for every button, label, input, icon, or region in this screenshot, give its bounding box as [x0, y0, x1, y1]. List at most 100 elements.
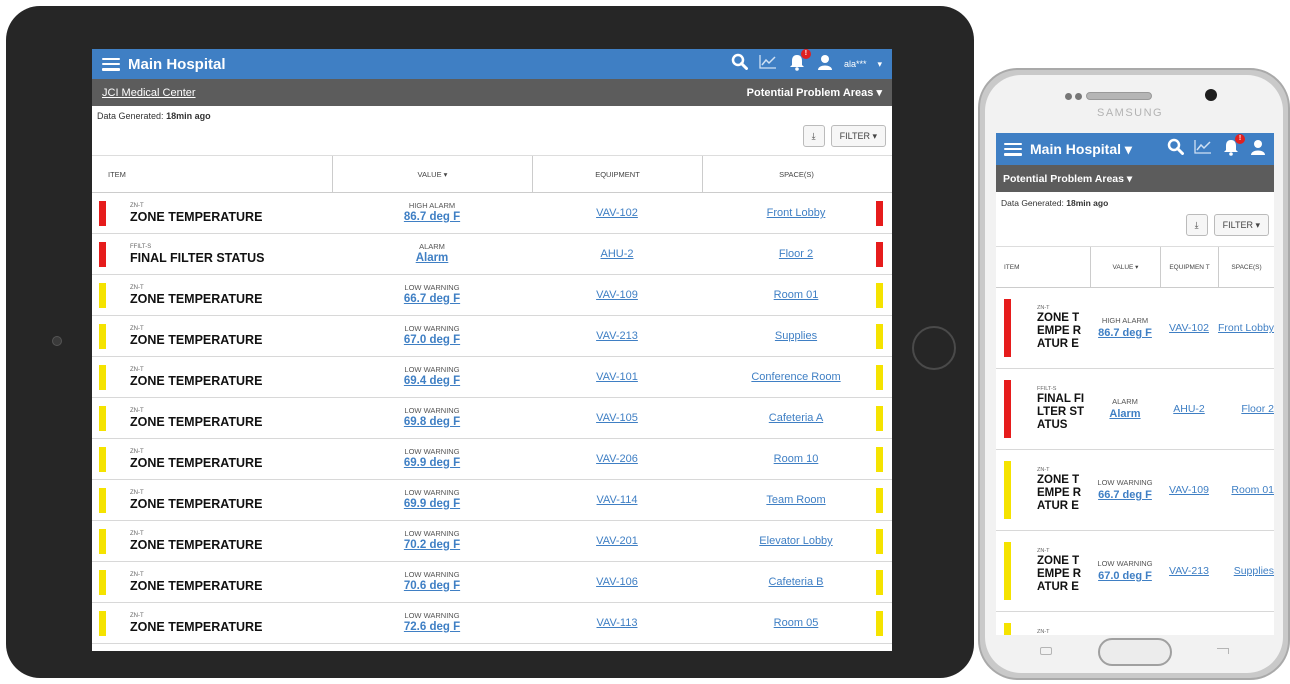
table-row[interactable]: ZN-T ZONE TEMPERATURE LOW WARNING 69.8 deg … — [92, 398, 892, 439]
point-value-link[interactable]: 69.9 deg F — [332, 497, 532, 512]
space-link[interactable]: Room 05 — [702, 617, 890, 629]
point-value-link[interactable]: 70.6 deg F — [332, 579, 532, 594]
table-row[interactable]: ZN-T ZONE TEMPE RATUR E LOW WARNING 67.0 de… — [996, 531, 1274, 612]
table-row[interactable]: ZN-T ZONE TEMPERATURE HIGH ALARM 86.7 deg F… — [92, 193, 892, 234]
column-header-spaces[interactable]: SPACE(S) — [1218, 247, 1274, 287]
column-header-value[interactable]: VALUE ▾ — [1090, 247, 1160, 287]
space-link[interactable]: Floor 2 — [1218, 403, 1274, 415]
point-value-link[interactable]: 66.7 deg F — [332, 292, 532, 307]
value-cell: ALARM Alarm — [1090, 397, 1160, 421]
table-row[interactable]: ZN-T ZONE TEMPE RATUR E HIGH ALARM 86.7 deg… — [996, 288, 1274, 369]
table-row[interactable]: ZN-T ZONE TEMPERATURE LOW WARNING 70.2 deg … — [92, 521, 892, 562]
hamburger-menu-icon[interactable] — [102, 57, 120, 71]
space-link[interactable]: Supplies — [702, 330, 890, 342]
table-row[interactable]: ZN-TZONE TEMPE RATURLOW WARNING69.4 deg … — [996, 612, 1274, 635]
app-title[interactable]: Main Hospital — [128, 56, 226, 73]
space-link[interactable]: Floor 2 — [702, 248, 890, 260]
user-menu-caret[interactable]: ▾ — [877, 59, 882, 70]
point-value-link[interactable]: 69.8 deg F — [332, 415, 532, 430]
point-value-link[interactable]: 69.4 deg F — [332, 374, 532, 389]
table-row[interactable]: ZN-T ZONE TEMPERATURE LOW WARNING 69.9 deg … — [92, 439, 892, 480]
trend-chart-icon[interactable] — [759, 54, 777, 74]
space-link[interactable]: Conference Room — [702, 371, 890, 383]
equipment-link[interactable]: VAV-106 — [532, 576, 702, 588]
filter-button[interactable]: FILTER ▾ — [1213, 214, 1269, 236]
equipment-link[interactable]: AHU-2 — [532, 248, 702, 260]
column-header-value[interactable]: VALUE ▾ — [332, 156, 532, 192]
user-icon[interactable] — [817, 54, 833, 75]
point-value-link[interactable]: 67.0 deg F — [1090, 569, 1160, 583]
table-row[interactable]: FFILT-S FINAL FILTER STATUS ALARM Alarm AHU-… — [996, 369, 1274, 450]
download-button[interactable]: ⤓ — [1185, 214, 1208, 236]
column-header-spaces[interactable]: SPACE(S) — [702, 156, 890, 192]
space-link[interactable]: Cafeteria B — [702, 576, 890, 588]
filter-button[interactable]: FILTER ▾ — [830, 125, 886, 147]
trend-chart-icon[interactable] — [1194, 139, 1212, 159]
equipment-link[interactable]: VAV-113 — [532, 617, 702, 629]
space-link[interactable]: Room 01 — [1218, 484, 1274, 496]
phone-app-title[interactable]: Main Hospital ▾ — [1030, 141, 1132, 158]
bell-icon[interactable]: ! — [788, 49, 811, 76]
table-row[interactable]: ZN-T ZONE TEMPERATURE LOW WARNING 66.7 deg … — [92, 275, 892, 316]
point-value-link[interactable]: 69.9 deg F — [332, 456, 532, 471]
space-link[interactable]: Cafeteria A — [702, 412, 890, 424]
equipment-link[interactable]: VAV-101 — [532, 371, 702, 383]
back-key-icon[interactable] — [1040, 647, 1052, 655]
point-code: ZN-T — [1037, 629, 1050, 635]
space-link[interactable]: Team Room — [702, 494, 890, 506]
phone-home-button[interactable] — [1098, 638, 1172, 666]
point-value-link[interactable]: Alarm — [1090, 407, 1160, 421]
search-icon[interactable] — [1167, 138, 1184, 160]
table-row[interactable]: FFILT-S FINAL FILTER STATUS ALARM Alarm AHU-… — [92, 234, 892, 275]
equipment-link[interactable]: VAV-213 — [1160, 565, 1218, 577]
notification-badge: ! — [1235, 133, 1245, 144]
equipment-link[interactable]: VAV-114 — [532, 494, 702, 506]
equipment-link[interactable]: VAV-213 — [532, 330, 702, 342]
column-header-equipment[interactable]: EQUIPMEN T — [1160, 247, 1218, 287]
table-row[interactable]: ZN-T ZONE TEMPE RATUR E LOW WARNING 66.7 de… — [996, 450, 1274, 531]
column-header-item[interactable]: ITEM — [996, 247, 1090, 287]
equipment-link[interactable]: VAV-102 — [532, 207, 702, 219]
equipment-link[interactable]: VAV-109 — [532, 289, 702, 301]
hamburger-menu-icon[interactable] — [1004, 142, 1022, 156]
tablet-home-button[interactable] — [912, 326, 956, 370]
alarm-status: LOW WARNING — [1097, 559, 1153, 568]
table-row[interactable]: ZN-T ZONE TEMPERATURE LOW WARNING 67.0 deg … — [92, 316, 892, 357]
space-link[interactable]: Elevator Lobby — [702, 535, 890, 547]
site-link[interactable]: JCI Medical Center — [102, 87, 196, 99]
equipment-link[interactable]: VAV-105 — [532, 412, 702, 424]
column-header-equipment[interactable]: EQUIPMENT — [532, 156, 702, 192]
space-link[interactable]: Room 01 — [702, 289, 890, 301]
space-link[interactable]: Front Lobby — [1218, 322, 1274, 334]
recent-apps-key-icon[interactable] — [1217, 648, 1229, 654]
view-selector-dropdown[interactable]: Potential Problem Areas ▾ — [747, 86, 882, 99]
point-value-link[interactable]: 72.6 deg F — [332, 620, 532, 635]
download-button[interactable]: ⤓ — [802, 125, 825, 147]
table-row[interactable]: ZN-T ZONE TEMPERATURE LOW WARNING 69.9 deg … — [92, 480, 892, 521]
user-icon[interactable] — [1250, 139, 1266, 160]
severity-indicator — [99, 570, 106, 595]
space-link[interactable]: Supplies — [1218, 565, 1274, 577]
user-menu[interactable]: ala*** — [844, 59, 867, 69]
space-link[interactable]: Front Lobby — [702, 207, 890, 219]
equipment-link[interactable]: VAV-201 — [532, 535, 702, 547]
table-row[interactable]: ZN-T ZONE TEMPERATURE LOW WARNING 70.6 deg … — [92, 562, 892, 603]
equipment-link[interactable]: AHU-2 — [1160, 403, 1218, 415]
equipment-link[interactable]: VAV-206 — [532, 453, 702, 465]
point-value-link[interactable]: 86.7 deg F — [1090, 326, 1160, 340]
point-value-link[interactable]: 67.0 deg F — [332, 333, 532, 348]
point-value-link[interactable]: 66.7 deg F — [1090, 488, 1160, 502]
table-row[interactable]: ZN-T ZONE TEMPERATURE LOW WARNING 69.4 deg … — [92, 357, 892, 398]
item-cell: ZN-T ZONE TEMPERATURE — [92, 326, 332, 347]
space-link[interactable]: Room 10 — [702, 453, 890, 465]
table-row[interactable]: ZN-T ZONE TEMPERATURE LOW WARNING 72.6 deg … — [92, 603, 892, 644]
equipment-link[interactable]: VAV-109 — [1160, 484, 1218, 496]
point-value-link[interactable]: 70.2 deg F — [332, 538, 532, 553]
bell-icon[interactable]: ! — [1222, 133, 1245, 161]
column-header-item[interactable]: ITEM — [92, 156, 332, 192]
point-value-link[interactable]: 86.7 deg F — [332, 210, 532, 225]
equipment-link[interactable]: VAV-102 — [1160, 322, 1218, 334]
point-value-link[interactable]: Alarm — [332, 251, 532, 266]
search-icon[interactable] — [731, 53, 748, 75]
view-selector-dropdown[interactable]: Potential Problem Areas ▾ — [996, 165, 1274, 192]
